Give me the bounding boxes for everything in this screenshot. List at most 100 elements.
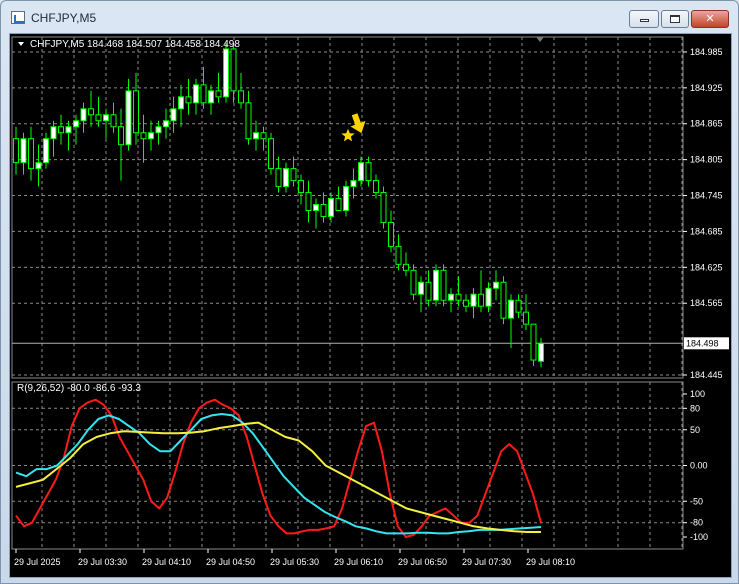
candle-body — [283, 168, 289, 188]
candle-body — [523, 311, 529, 325]
candle-body — [455, 293, 462, 301]
candle-body — [65, 126, 72, 134]
time-axis-label: 29 Jul 03:30 — [78, 557, 127, 567]
candle-body — [410, 269, 417, 295]
indicator-axis-label: -100 — [690, 532, 708, 542]
candle-body — [140, 132, 147, 140]
chart-window-icon — [11, 11, 25, 24]
price-axis-label: 184.625 — [690, 262, 723, 272]
signal-star-icon[interactable] — [341, 128, 355, 142]
candle-body — [260, 132, 267, 140]
candle-body — [470, 293, 477, 307]
chart-window: CHFJPY,M5 ✕ CHFJPY,M5 184.468 184.507 18… — [0, 0, 739, 584]
indicator-axis-label: -80 — [690, 518, 703, 528]
current-price-label: 184.498 — [686, 338, 719, 348]
indicator-slow-line — [15, 421, 541, 533]
candle-body — [170, 108, 177, 122]
candle-body — [43, 138, 49, 164]
candle-body — [388, 221, 394, 247]
time-axis-label: 29 Jul 04:10 — [142, 557, 191, 567]
candle-body — [500, 281, 507, 319]
candle-body — [508, 299, 514, 319]
indicator-axis-label: 100 — [690, 389, 705, 399]
candle-body — [335, 198, 342, 211]
candle-body — [118, 126, 124, 146]
candle-body — [463, 299, 469, 307]
indicator-axis-label: 50 — [690, 425, 700, 435]
candle-body — [440, 269, 447, 301]
candle-body — [88, 108, 94, 116]
chart-area[interactable]: CHFJPY,M5 184.468 184.507 184.458 184.49… — [9, 33, 732, 578]
indicator-axis-label: 80 — [690, 403, 700, 413]
time-axis-label: 29 Jul 07:30 — [462, 557, 511, 567]
candle-body — [358, 162, 364, 182]
candle-body — [298, 180, 304, 194]
candle-body — [185, 96, 192, 104]
candle-body — [350, 180, 357, 188]
symbol-label: CHFJPY,M5 — [30, 39, 85, 50]
candle-body — [373, 180, 379, 194]
candle-body — [125, 90, 132, 146]
candle-body — [515, 299, 522, 313]
indicator-mid-line — [15, 413, 542, 535]
chart-menu-chevron-icon[interactable] — [18, 42, 24, 46]
candle-body — [230, 48, 237, 92]
candle-body — [380, 192, 387, 223]
candle-body — [305, 192, 312, 211]
candle-body — [485, 287, 492, 307]
time-axis-label: 29 Jul 05:30 — [270, 557, 319, 567]
candle-body — [328, 198, 334, 217]
time-axis-label: 29 Jul 04:50 — [206, 557, 255, 567]
price-axis-label: 184.565 — [690, 298, 723, 308]
candle-body — [448, 293, 454, 301]
candle-body — [365, 162, 372, 182]
candle-body — [50, 126, 57, 140]
maximize-button[interactable] — [661, 10, 689, 28]
candle-body — [110, 114, 117, 128]
candle-body — [493, 281, 499, 289]
candle-body — [433, 269, 439, 301]
candle-body — [208, 90, 214, 104]
minimize-button[interactable] — [629, 10, 659, 28]
time-axis-label: 29 Jul 2025 — [14, 557, 61, 567]
candle-body — [268, 138, 274, 170]
candle-body — [20, 138, 27, 164]
candle-body — [245, 102, 252, 140]
candle-body — [73, 120, 79, 128]
time-axis-label: 29 Jul 06:50 — [398, 557, 447, 567]
price-axis-label: 184.865 — [690, 119, 723, 129]
candle-body — [275, 168, 282, 188]
chart-shift-marker-icon[interactable] — [536, 37, 544, 42]
candle-body — [148, 132, 154, 140]
candle-body — [35, 162, 42, 170]
candle-body — [530, 323, 537, 361]
candle-body — [418, 281, 424, 295]
minimize-icon — [639, 19, 649, 22]
indicator-label: R(9,26,52) -80.0 -86.6 -93.3 — [17, 383, 141, 394]
candle-body — [238, 90, 244, 104]
candle-body — [28, 138, 34, 170]
time-axis-label: 29 Jul 06:10 — [334, 557, 383, 567]
candle-body — [223, 48, 229, 98]
candle-body — [163, 120, 169, 128]
indicator-axis-label: -50 — [690, 496, 703, 506]
time-axis-label: 29 Jul 08:10 — [526, 557, 575, 567]
close-button[interactable]: ✕ — [691, 10, 729, 28]
candle-body — [58, 126, 64, 134]
maximize-icon — [670, 15, 680, 23]
title-bar[interactable]: CHFJPY,M5 ✕ — [1, 1, 738, 35]
price-axis-label: 184.925 — [690, 83, 723, 93]
candle-body — [403, 263, 409, 271]
chart-canvas[interactable]: CHFJPY,M5 184.468 184.507 184.458 184.49… — [10, 34, 731, 577]
price-axis-label: 184.685 — [690, 226, 723, 236]
candle-body — [178, 96, 184, 110]
candle-body — [253, 132, 259, 140]
ohlc-readout: 184.468 184.507 184.458 184.498 — [87, 39, 240, 50]
candle-body — [95, 114, 102, 122]
indicator-axis-label: 0.00 — [690, 461, 708, 471]
candle-body — [478, 293, 484, 307]
candle-body — [133, 90, 139, 134]
candle-body — [193, 84, 199, 104]
candle-body — [200, 84, 207, 104]
candle-body — [395, 245, 402, 265]
